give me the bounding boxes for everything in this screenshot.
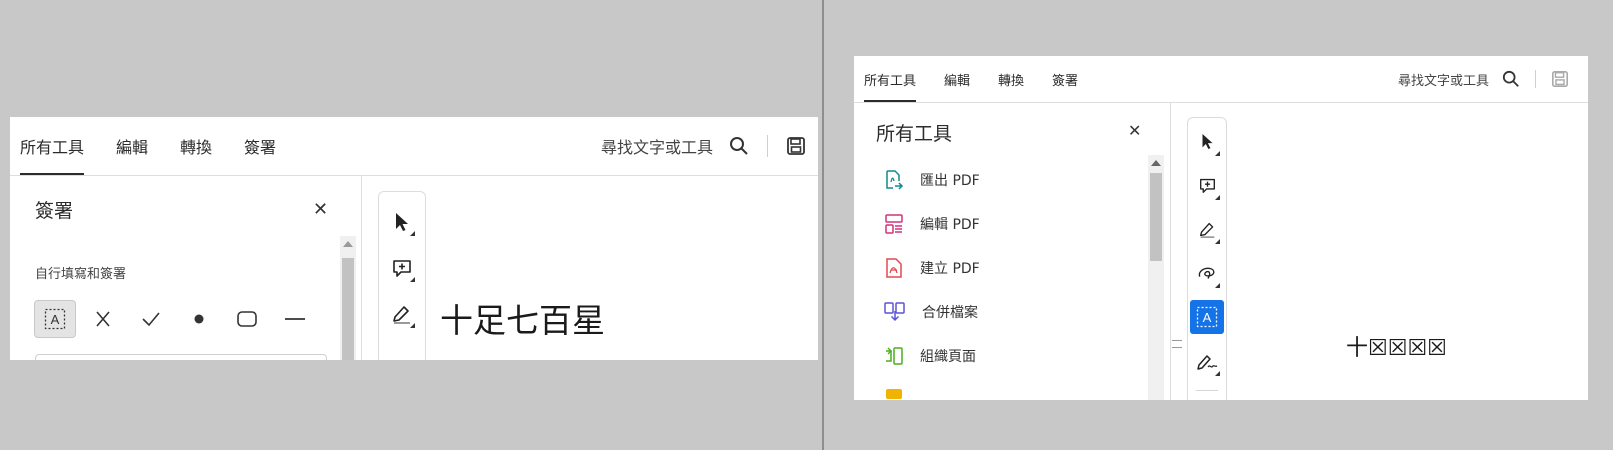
combine-files-icon [884,301,906,323]
search-tools-input[interactable]: 尋找文字或工具 [601,134,713,158]
close-icon[interactable]: ✕ [1128,123,1141,139]
add-comment-icon[interactable] [379,246,425,290]
tool-label: 建立 PDF [920,261,980,277]
tab-sign[interactable]: 簽署 [244,117,276,175]
add-comment-icon[interactable] [1188,164,1226,206]
search-icon[interactable] [727,134,751,158]
top-toolbar: 所有工具 編輯 轉換 簽署 尋找文字或工具 [854,56,1588,103]
freehand-draw-icon[interactable] [1188,252,1226,294]
tab-sign[interactable]: 簽署 [1052,56,1078,102]
section-label: 自行填寫和簽署 [35,267,127,282]
svg-text:A: A [51,312,60,327]
dot-icon[interactable] [178,300,220,338]
tab-convert[interactable]: 轉換 [998,56,1024,102]
line-icon[interactable] [274,300,316,338]
highlight-icon[interactable] [1188,208,1226,250]
select-cursor-icon[interactable] [1188,120,1226,162]
tool-label: 組織頁面 [920,349,976,365]
rounded-rect-icon[interactable] [226,300,268,338]
highlight-icon[interactable] [379,292,425,336]
tab-edit[interactable]: 編輯 [116,117,148,175]
panel-title: 所有工具 [876,123,953,145]
scroll-thumb[interactable] [1150,173,1162,261]
tool-label: 合併檔案 [922,305,978,321]
all-tools-panel: 所有工具 ✕ 匯出 PDF 編輯 PDF 建立 PDF 合併檔案 組織頁面 [854,103,1171,400]
svg-text:A: A [1203,310,1212,325]
panel-title: 簽署 [35,200,74,222]
tool-label: 編輯 PDF [920,217,980,233]
panel-scrollbar[interactable] [1148,155,1164,400]
window-divider [822,0,824,450]
cross-icon[interactable] [82,300,124,338]
vertical-toolbar: A [1187,117,1227,400]
create-pdf-icon [884,257,904,279]
edit-pdf-icon [884,213,904,235]
text-field-icon[interactable]: A [1188,296,1226,338]
top-toolbar: 所有工具 編輯 轉換 簽署 尋找文字或工具 [10,117,818,176]
search-tools-input[interactable]: 尋找文字或工具 [1398,70,1489,89]
scroll-up-icon[interactable] [340,236,356,252]
vertical-toolbar [378,191,426,360]
tab-edit[interactable]: 編輯 [944,56,970,102]
tool-label: 匯出 PDF [920,173,980,189]
sign-panel: 簽署 ✕ 自行填寫和簽署 A [10,176,362,360]
left-acrobat-window: 所有工具 編輯 轉換 簽署 尋找文字或工具 簽署 ✕ 自行填寫和簽署 A 十足七… [10,117,818,360]
signature-field[interactable] [35,354,327,360]
tool-create-pdf[interactable]: 建立 PDF [884,257,980,279]
select-cursor-icon[interactable] [379,200,425,244]
tab-all-tools[interactable]: 所有工具 [864,56,917,102]
tool-export-pdf[interactable]: 匯出 PDF [884,169,980,191]
text-field-icon[interactable]: A [34,300,76,338]
tool-edit-pdf[interactable]: 編輯 PDF [884,213,980,235]
scroll-thumb[interactable] [342,258,354,360]
tab-all-tools[interactable]: 所有工具 [20,117,85,175]
save-icon[interactable] [784,134,808,158]
tab-convert[interactable]: 轉換 [180,117,212,175]
export-pdf-icon [884,169,904,191]
sign-icon[interactable] [1188,340,1226,382]
close-icon[interactable]: ✕ [313,201,328,219]
document-text: 十足七百星 [440,301,605,340]
scroll-up-icon[interactable] [1148,155,1164,171]
fill-sign-toolbar: A [34,300,322,338]
right-acrobat-window: 所有工具 編輯 轉換 簽署 尋找文字或工具 所有工具 ✕ 匯出 PDF 編輯 P… [854,56,1588,400]
check-icon[interactable] [130,300,172,338]
save-icon[interactable] [1550,69,1570,89]
partial-tool-icon [886,389,902,399]
panel-scrollbar[interactable] [340,236,356,360]
search-icon[interactable] [1501,69,1521,89]
document-text: 十☒☒☒☒ [1346,336,1447,361]
toolbar-separator [767,135,768,157]
panel-resize-handle[interactable] [1172,340,1182,348]
tool-organize-pages[interactable]: 組織頁面 [884,345,976,367]
organize-pages-icon [884,345,904,367]
tool-combine-files[interactable]: 合併檔案 [884,301,978,323]
toolbar-separator [1535,70,1536,88]
toolbar-separator [1196,390,1218,391]
